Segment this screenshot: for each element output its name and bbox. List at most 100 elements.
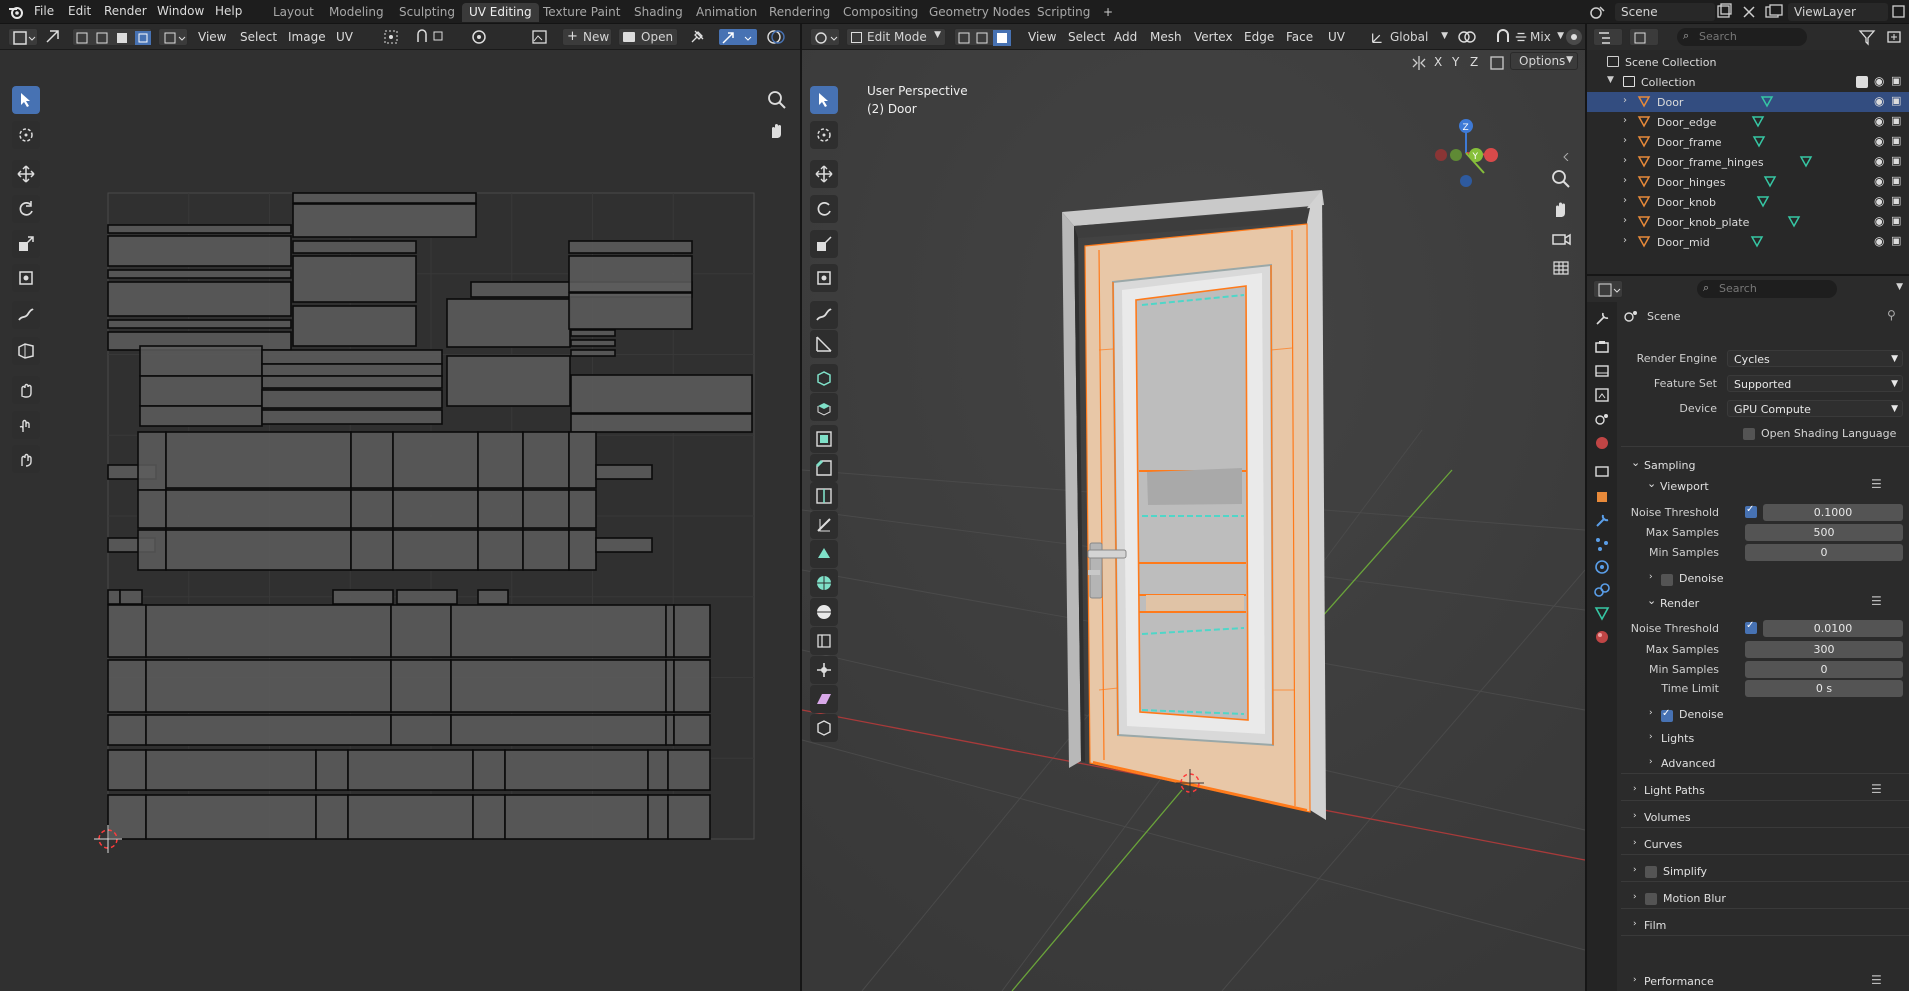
r-denoise-subpanel[interactable]: Denoise [1679, 708, 1724, 721]
viewlayer-name-field[interactable]: ViewLayer [1788, 3, 1888, 21]
world-tab-icon[interactable] [1593, 434, 1611, 452]
pan-view-icon[interactable] [1550, 198, 1572, 220]
visibility-eye-icon[interactable]: ◉ [1874, 134, 1884, 148]
uv-island-face[interactable] [107, 269, 292, 279]
uv-island-face[interactable] [261, 349, 443, 365]
zoom-view-icon[interactable] [1550, 168, 1572, 190]
delete-scene-icon[interactable] [1740, 3, 1758, 21]
data-tab-icon[interactable] [1593, 604, 1611, 622]
uv-island-face[interactable] [450, 659, 667, 713]
tab-sculpting[interactable]: Sculpting [392, 3, 462, 22]
physics-tab-icon[interactable] [1593, 558, 1611, 576]
uv-island-face[interactable] [107, 235, 292, 267]
uv-island-face[interactable] [522, 489, 570, 529]
outliner-item[interactable]: › Door_frame ◉ ▣ [1587, 132, 1909, 152]
uv-island-face[interactable] [665, 714, 675, 746]
add-cube-icon[interactable] [810, 364, 838, 392]
blender-logo-icon[interactable] [8, 4, 24, 20]
uv-island-face[interactable] [145, 749, 317, 791]
gizmo-toggle-icon[interactable] [718, 28, 758, 46]
uv-editor-canvas[interactable] [0, 50, 800, 991]
uv-island-face[interactable] [477, 431, 524, 489]
uv-island-face[interactable] [450, 604, 667, 658]
mesh-data-icon[interactable] [1760, 94, 1774, 108]
chevron-right-icon[interactable]: › [1649, 572, 1653, 582]
chevron-right-icon[interactable]: › [1623, 175, 1627, 186]
uv-island-face[interactable] [107, 749, 147, 791]
uv-island-face[interactable] [145, 794, 317, 840]
mirror-icon[interactable] [1410, 54, 1428, 72]
r-max-samples-field[interactable]: 300 [1745, 641, 1903, 658]
film-panel[interactable]: Film [1644, 919, 1666, 932]
uv-menu-image[interactable]: Image [288, 30, 326, 44]
tool-tab-icon[interactable] [1593, 310, 1611, 328]
inset-faces-icon[interactable] [810, 425, 838, 453]
uv-island-face[interactable] [107, 794, 147, 840]
rotate-tool-icon[interactable] [810, 195, 838, 223]
image-browse-icon[interactable] [530, 28, 556, 46]
curves-panel[interactable]: Curves [1644, 838, 1682, 851]
uv-island-face[interactable] [139, 375, 263, 407]
properties-search-input[interactable]: ⌕ Search [1697, 280, 1837, 298]
uv-island-face[interactable] [145, 659, 392, 713]
uv-island-face[interactable] [261, 375, 443, 389]
uv-island-face[interactable] [522, 431, 570, 489]
uv-island-face[interactable] [504, 749, 649, 791]
proportional-editing-icon[interactable] [470, 28, 510, 46]
visibility-eye-icon[interactable]: ◉ [1874, 114, 1884, 128]
menu-window[interactable]: Window [157, 4, 204, 18]
output-tab-icon[interactable] [1593, 362, 1611, 380]
vp-menu-add[interactable]: Add [1114, 30, 1137, 44]
chevron-right-icon[interactable]: › [1649, 757, 1653, 767]
uv-island-face[interactable] [292, 240, 417, 254]
r-noise-field[interactable]: 0.0100 [1763, 620, 1903, 637]
navigation-gizmo[interactable]: Z Y [1426, 118, 1506, 198]
time-limit-field[interactable]: 0 s [1745, 680, 1903, 697]
uv-island-face[interactable] [137, 529, 167, 571]
device-dropdown[interactable]: GPU Compute ▼ [1727, 400, 1903, 417]
render-camera-icon[interactable]: ▣ [1891, 94, 1901, 107]
object-tab-icon[interactable] [1593, 488, 1611, 506]
uv-island-face[interactable] [667, 794, 711, 840]
r-denoise-checkbox[interactable]: ✓ [1661, 708, 1673, 722]
pin-icon[interactable]: ⚲ [1887, 308, 1896, 322]
uv-select-mode-group[interactable] [72, 28, 152, 46]
select-box-icon[interactable] [810, 86, 838, 114]
menu-edit[interactable]: Edit [68, 4, 91, 18]
outliner-editor-type-icon[interactable] [1593, 28, 1623, 46]
uv-island-face[interactable] [396, 589, 458, 605]
axis-z-toggle[interactable]: Z [1470, 55, 1478, 69]
measure-tool-icon[interactable] [810, 330, 838, 358]
bevel-icon[interactable] [810, 454, 838, 482]
mesh-data-icon[interactable] [1751, 114, 1765, 128]
mode-dropdown[interactable]: Edit Mode ▼ [846, 28, 946, 46]
knife-icon[interactable] [810, 511, 838, 539]
chevron-right-icon[interactable]: › [1623, 95, 1627, 106]
annotate-tool-icon[interactable] [810, 301, 838, 329]
scene-tab-icon[interactable] [1593, 410, 1611, 428]
loop-cut-icon[interactable] [810, 482, 838, 510]
editor-type-icon[interactable] [8, 28, 38, 46]
uv-island-face[interactable] [472, 794, 506, 840]
open-image-button[interactable]: Open [618, 28, 678, 46]
uv-island-face[interactable] [145, 604, 392, 658]
advanced-subpanel[interactable]: Advanced [1661, 757, 1715, 770]
uv-island-face[interactable] [570, 329, 616, 337]
uv-island-face[interactable] [392, 529, 479, 571]
vp-menu-vertex[interactable]: Vertex [1194, 30, 1233, 44]
transform-tool-icon[interactable] [810, 264, 838, 292]
chevron-right-icon[interactable]: › [1623, 115, 1627, 126]
uv-island-face[interactable] [450, 714, 667, 746]
tab-compositing[interactable]: Compositing [836, 3, 925, 22]
rip-region-icon[interactable] [810, 714, 838, 742]
chevron-right-icon[interactable]: › [1623, 195, 1627, 206]
uv-menu-uv[interactable]: UV [336, 30, 353, 44]
scene-name-field[interactable]: Scene [1615, 3, 1715, 21]
vp-menu-view[interactable]: View [1028, 30, 1056, 44]
uv-island-face[interactable] [261, 363, 443, 377]
uv-island-face[interactable] [673, 714, 711, 746]
uv-menu-view[interactable]: View [198, 30, 226, 44]
render-camera-icon[interactable]: ▣ [1891, 234, 1901, 247]
render-tab-icon[interactable] [1593, 338, 1611, 356]
motion-blur-panel[interactable]: Motion Blur [1663, 892, 1726, 905]
